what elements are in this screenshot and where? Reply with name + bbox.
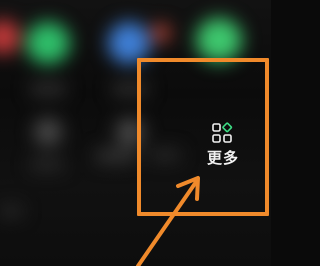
more-label: 更多 (206, 149, 239, 167)
blurred-label (0, 206, 22, 216)
blurred-label (96, 150, 136, 162)
more-grid-icon (211, 122, 233, 144)
blurred-app-icon-gray (34, 118, 62, 146)
blurred-app-icon-green-right (196, 18, 242, 62)
blurred-app-icon-red (0, 20, 20, 54)
more-button[interactable]: 更多 (200, 118, 252, 174)
blurred-app-icon-green (26, 22, 70, 64)
blurred-label (30, 84, 66, 94)
blurred-label (30, 160, 64, 169)
blurred-app-icon-red-small (152, 24, 170, 42)
